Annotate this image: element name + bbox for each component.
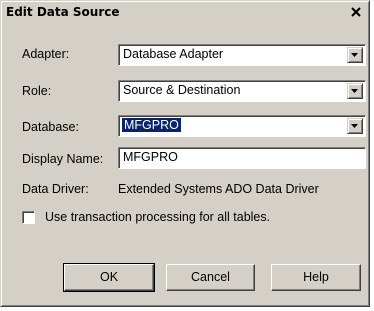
- adapter-dropdown-button[interactable]: [347, 47, 363, 63]
- title-bar[interactable]: Edit Data Source: [3, 3, 366, 22]
- role-select[interactable]: Source & Destination: [118, 80, 366, 102]
- display-name-field[interactable]: MFGPRO: [118, 147, 366, 169]
- adapter-select[interactable]: Database Adapter: [118, 44, 366, 66]
- role-dropdown-button[interactable]: [347, 83, 363, 99]
- dialog-title: Edit Data Source: [6, 5, 120, 19]
- transaction-checkbox-label[interactable]: Use transaction processing for all table…: [45, 210, 270, 224]
- chevron-down-icon: [351, 89, 358, 93]
- role-value: Source & Destination: [123, 83, 241, 97]
- transaction-checkbox[interactable]: [22, 211, 35, 224]
- role-label: Role:: [22, 84, 52, 98]
- database-select[interactable]: MFGPRO: [118, 115, 366, 137]
- cancel-button[interactable]: Cancel: [166, 264, 255, 291]
- adapter-label: Adapter:: [22, 47, 70, 61]
- data-driver-value: Extended Systems ADO Data Driver: [118, 182, 319, 196]
- close-icon[interactable]: [347, 4, 365, 20]
- database-label: Database:: [22, 120, 79, 134]
- display-name-label: Display Name:: [22, 152, 104, 166]
- database-dropdown-button[interactable]: [347, 118, 363, 134]
- adapter-value: Database Adapter: [123, 47, 224, 61]
- chevron-down-icon: [351, 53, 358, 57]
- ok-button[interactable]: OK: [63, 263, 155, 292]
- database-value: MFGPRO: [122, 118, 181, 132]
- data-driver-label: Data Driver:: [22, 182, 89, 196]
- chevron-down-icon: [351, 124, 358, 128]
- display-name-value: MFGPRO: [123, 150, 178, 164]
- edit-data-source-dialog: Edit Data Source Adapter: Database Adapt…: [0, 0, 370, 307]
- help-button[interactable]: Help: [271, 264, 361, 291]
